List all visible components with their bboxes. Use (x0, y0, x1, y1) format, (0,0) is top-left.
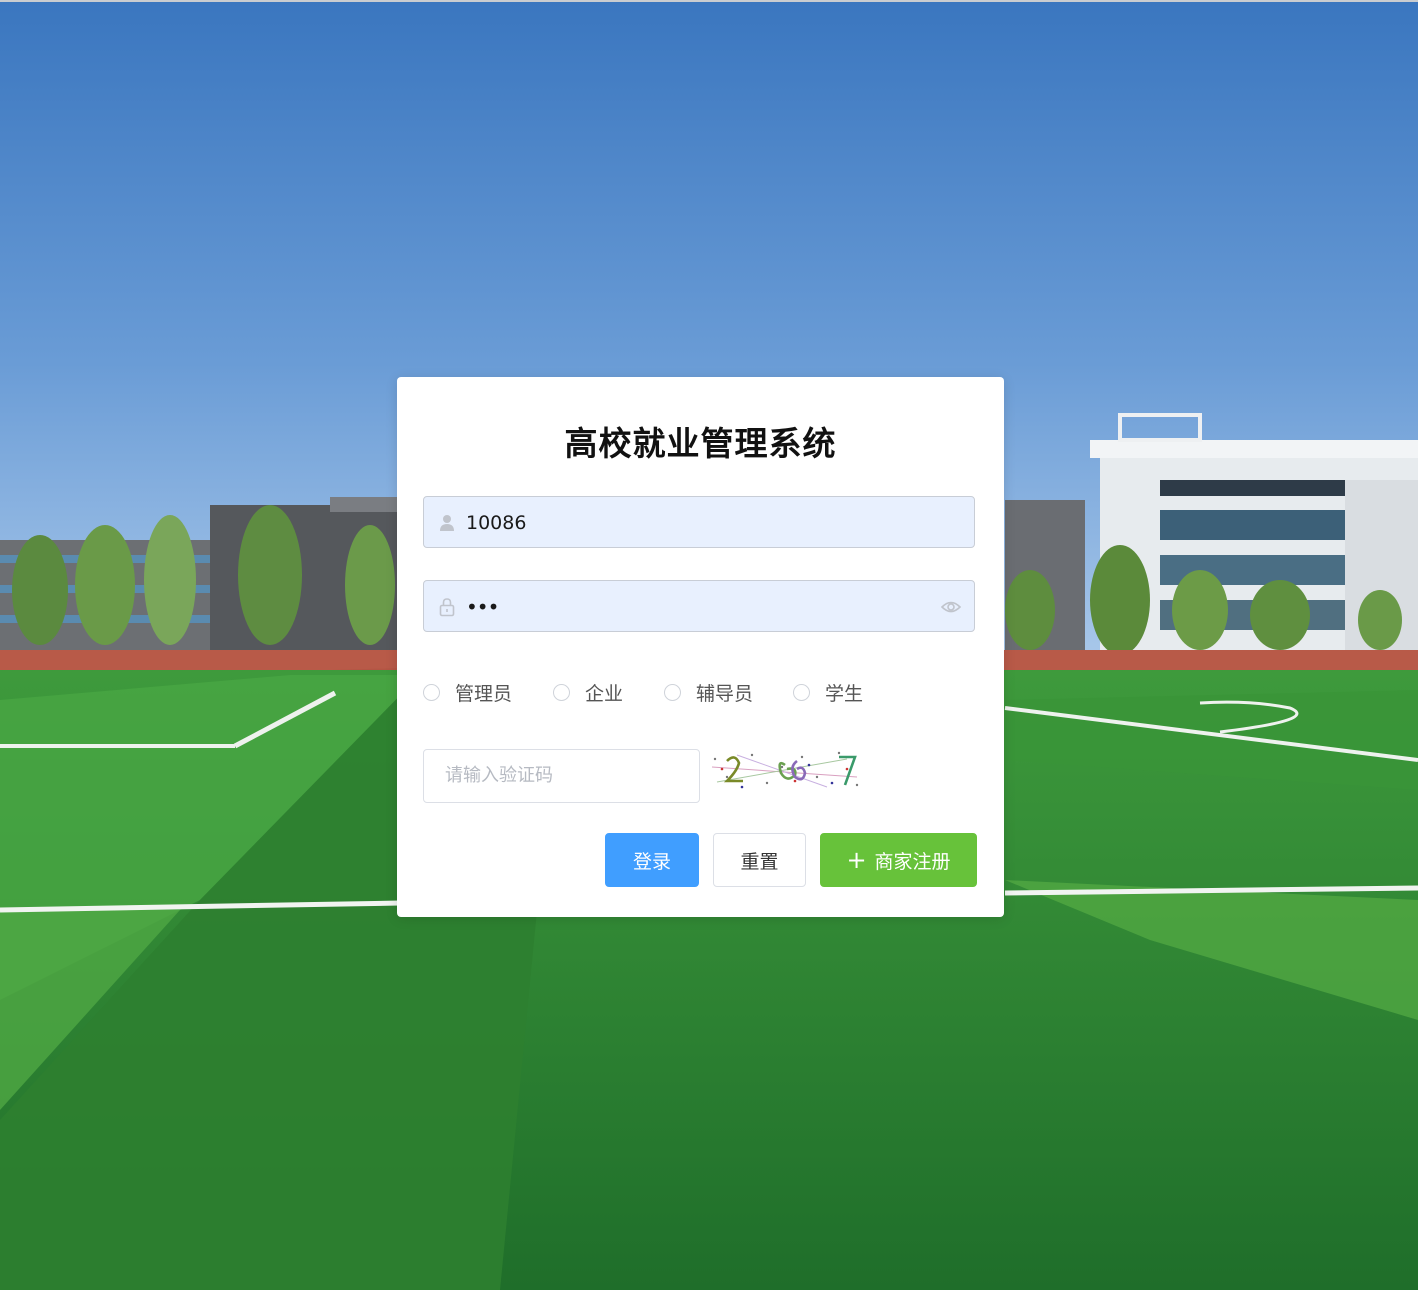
login-button-label: 登录 (632, 850, 671, 873)
login-card: 高校就业管理系统 10086 ••• 管理员 企业 辅导员 学生 请输入验证码 … (397, 377, 1004, 917)
register-button-label: 商家注册 (874, 850, 951, 873)
password-value: ••• (466, 595, 499, 619)
radio-circle[interactable] (423, 683, 440, 701)
lock-icon (438, 597, 456, 617)
reset-button-label: 重置 (740, 850, 779, 873)
page-title: 高校就业管理系统 (564, 424, 837, 463)
eye-icon[interactable] (940, 597, 962, 617)
reset-button[interactable]: 重置 (713, 833, 806, 887)
username-value: 10086 (466, 512, 527, 534)
user-icon (438, 513, 456, 533)
role-label: 企业 (585, 682, 624, 705)
role-radio-admin[interactable]: 管理员 (423, 677, 512, 707)
login-button[interactable]: 登录 (605, 833, 699, 887)
role-radio-student[interactable]: 学生 (793, 677, 863, 707)
password-field[interactable]: ••• (423, 580, 975, 632)
role-label: 管理员 (455, 682, 513, 705)
captcha-image[interactable] (707, 747, 867, 791)
captcha-input[interactable]: 请输入验证码 (423, 749, 700, 803)
plus-icon: + (846, 846, 867, 874)
register-button[interactable]: + 商家注册 (820, 833, 977, 887)
radio-circle[interactable] (664, 683, 681, 701)
role-radio-company[interactable]: 企业 (553, 677, 623, 707)
username-field[interactable]: 10086 (423, 496, 975, 548)
captcha-placeholder: 请输入验证码 (445, 765, 553, 786)
role-label: 学生 (825, 682, 864, 705)
top-border (0, 0, 1418, 2)
role-radio-counselor[interactable]: 辅导员 (664, 677, 753, 707)
radio-circle[interactable] (793, 683, 810, 701)
radio-circle[interactable] (553, 683, 570, 701)
role-radio-group: 管理员 企业 辅导员 学生 (423, 677, 983, 707)
role-label: 辅导员 (696, 682, 754, 705)
